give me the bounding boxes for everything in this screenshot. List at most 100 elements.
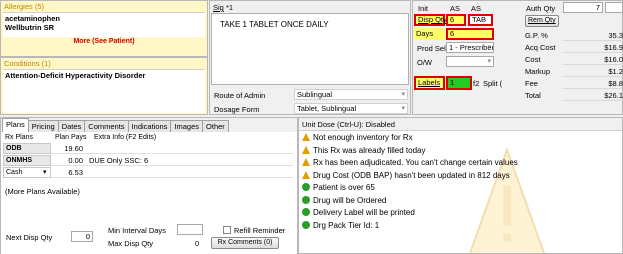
pricing-value: $1.2	[563, 67, 623, 77]
sig-text-area[interactable]: TAKE 1 TABLET ONCE DAILY	[211, 13, 409, 85]
tab-comments[interactable]: Comments	[84, 120, 129, 132]
allergy-item: acetaminophen	[5, 14, 61, 23]
rx-plans-header: Rx Plans	[5, 134, 34, 141]
next-disp-qty-label: Next Disp Qty	[6, 233, 53, 242]
conditions-header[interactable]: Conditions (1)	[1, 58, 207, 69]
message-item: Drg Pack Tier Id: 1	[302, 220, 619, 233]
conditions-panel: Conditions (1) Attention-Deficit Hyperac…	[0, 57, 208, 115]
tab-other[interactable]: Other	[202, 120, 229, 132]
auth-qty-label: Auth Qty	[526, 4, 556, 13]
plan-extra-cell: DUE Only SSC: 6	[89, 156, 149, 165]
warning-icon	[302, 145, 310, 154]
allergy-item: Wellbutrin SR	[5, 23, 55, 32]
dosage-form-label: Dosage Form	[214, 105, 260, 114]
plan-name-cell: ODB	[3, 143, 51, 154]
pricing-value: $16.9	[563, 43, 623, 53]
labels-label: Labels	[414, 76, 445, 90]
plan-name-cell: ONMHS	[3, 155, 51, 166]
extra-info-header: Extra Info (F2 Edits)	[94, 134, 157, 141]
pricing-label: Cost	[525, 55, 541, 64]
message-text: Drug will be Ordered	[313, 195, 387, 205]
chevron-down-icon[interactable]: ▾	[43, 168, 47, 176]
pricing-value: 35.3	[563, 31, 623, 41]
condition-item: Attention-Deficit Hyperactivity Disorder	[5, 71, 146, 80]
tab-bar: Plans Pricing Dates Comments Indications Imag…	[1, 118, 297, 132]
message-item: This Rx was already filled today	[302, 145, 619, 158]
init-label: Init	[418, 4, 429, 13]
warning-icon	[302, 133, 310, 141]
disp-qty-input[interactable]: 6	[446, 14, 466, 26]
auth-qty-input[interactable]: 7	[563, 2, 603, 13]
plan-pays-cell: 6.53	[68, 168, 83, 177]
message-item: Drug Cost (ODB BAP) hasn't been updated …	[302, 170, 619, 183]
max-disp-label: Max Disp Qty	[108, 239, 154, 248]
allergies-panel: Allergies (5) acetaminophen Wellbutrin S…	[0, 0, 208, 57]
labels-input[interactable]: 1	[446, 76, 472, 90]
message-text: Drug Cost (ODB BAP) hasn't been updated …	[313, 170, 510, 180]
message-text: Drg Pack Tier Id: 1	[313, 220, 380, 230]
allergies-more-link[interactable]: More (See Patient)	[1, 38, 207, 45]
next-disp-qty-input[interactable]: 0	[71, 231, 93, 242]
init-value-2: AS	[471, 4, 482, 13]
table-row[interactable]: ONMHS 0.00 DUE Only SSC: 6	[3, 155, 293, 166]
split-label[interactable]: Split (	[483, 79, 502, 88]
rem-qty-button[interactable]: Rem Qty	[525, 15, 559, 27]
pricing-label: Fee	[525, 79, 538, 88]
ow-select[interactable]	[446, 56, 494, 67]
route-label: Route of Admin	[214, 91, 266, 100]
plan-pays-cell: 19.60	[64, 144, 83, 153]
check-circle-icon	[302, 220, 310, 229]
tab-indications[interactable]: Indications	[127, 120, 172, 132]
max-disp-value: 0	[195, 239, 200, 248]
message-item: Drug will be Ordered	[302, 195, 619, 208]
table-row[interactable]: Cash ▾ 6.53	[3, 167, 293, 178]
unit-dose-status[interactable]: Unit Dose (Ctrl-U): Disabled	[299, 118, 622, 131]
plans-panel: Plans Pricing Dates Comments Indications Imag…	[0, 117, 298, 254]
pricing-label: Acq Cost	[525, 43, 556, 52]
dosage-form-select[interactable]: Tablet, Sublingual	[294, 103, 408, 114]
allergies-header[interactable]: Allergies (5)	[1, 1, 207, 12]
plans-tab-content: Rx Plans Plan Pays Extra Info (F2 Edits)…	[1, 132, 297, 254]
message-list: Not enough inventory for Rx This Rx was a…	[299, 131, 622, 233]
more-plans-link[interactable]: (More Plans Available)	[5, 187, 80, 196]
init-value-1: AS	[450, 4, 461, 13]
messages-panel: Unit Dose (Ctrl-U): Disabled Not enough …	[298, 117, 623, 254]
refill-reminder-label: Refill Reminder	[234, 226, 286, 235]
days-label: Days	[414, 28, 445, 40]
disp-unit-field[interactable]: TAB	[468, 14, 493, 26]
message-item: Delivery Label will be printed	[302, 207, 619, 220]
rx-entry-window: Allergies (5) acetaminophen Wellbutrin S…	[0, 0, 623, 254]
min-interval-input[interactable]	[177, 224, 203, 235]
tab-plans[interactable]: Plans	[2, 118, 29, 132]
message-item: Rx has been adjudicated. You can't chang…	[302, 157, 619, 170]
table-row[interactable]: ODB 19.60	[3, 143, 293, 154]
refill-reminder-checkbox[interactable]	[223, 226, 231, 234]
prod-sel-select[interactable]: 1 - Prescriber	[446, 42, 494, 53]
sig-panel: Sig *1 TAKE 1 TABLET ONCE DAILY Route of…	[209, 0, 411, 115]
message-text: Not enough inventory for Rx	[313, 133, 413, 142]
warning-icon	[302, 170, 310, 179]
pricing-label: Markup	[525, 67, 551, 76]
pricing-label: G.P. %	[525, 31, 548, 40]
warning-icon	[302, 158, 310, 166]
auth-qty-extra[interactable]	[605, 2, 623, 13]
check-circle-icon	[302, 183, 310, 191]
tab-dates[interactable]: Dates	[57, 120, 86, 132]
message-text: Delivery Label will be printed	[313, 208, 415, 217]
min-interval-label: Min Interval Days	[108, 226, 166, 235]
ow-label: O/W	[417, 58, 432, 67]
message-text: Patient is over 65	[313, 183, 375, 192]
route-select[interactable]: Sublingual	[294, 89, 408, 100]
tab-images[interactable]: Images	[170, 120, 204, 132]
quantity-panel: Init AS AS Disp Qty 6 TAB Days 6 Prod Se…	[412, 0, 623, 115]
plan-pays-cell: 0.00	[68, 156, 83, 165]
pricing-label: Total	[525, 91, 541, 100]
check-circle-icon	[302, 208, 310, 216]
message-text: This Rx was already filled today	[313, 145, 426, 155]
rx-comments-button[interactable]: Rx Comments (0)	[211, 237, 279, 249]
sig-code: *1	[225, 3, 234, 12]
tab-pricing[interactable]: Pricing	[27, 120, 59, 132]
days-input[interactable]: 6	[446, 28, 494, 40]
plan-pays-header: Plan Pays	[55, 134, 87, 141]
message-text: Rx has been adjudicated. You can't chang…	[313, 158, 518, 167]
